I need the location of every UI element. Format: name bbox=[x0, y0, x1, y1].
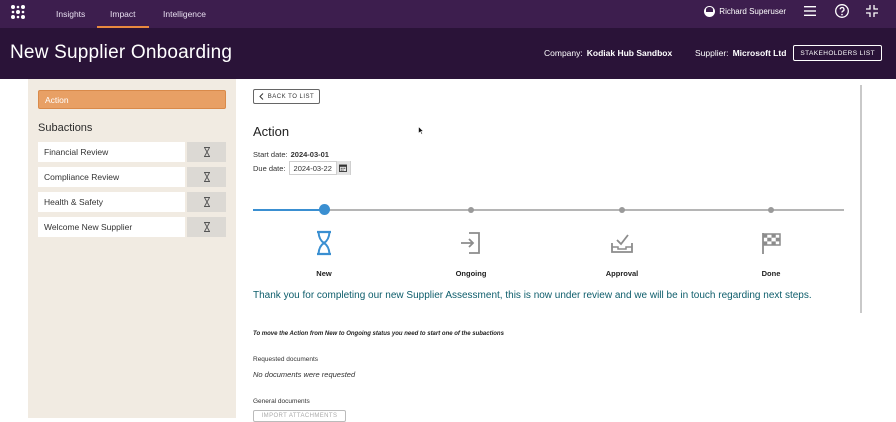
user-menu[interactable]: Richard Superuser bbox=[704, 0, 786, 22]
start-date-label: Start date: bbox=[253, 150, 288, 159]
hourglass-icon[interactable] bbox=[187, 217, 226, 237]
scrollbar[interactable] bbox=[860, 85, 862, 313]
chevron-left-icon bbox=[259, 93, 264, 100]
back-label: BACK TO LIST bbox=[267, 93, 315, 100]
hourglass-icon bbox=[317, 230, 331, 256]
instruction-text: To move the Action from New to Ongoing s… bbox=[253, 331, 504, 337]
action-sidebar: Action Subactions Financial Review Compl… bbox=[28, 79, 236, 418]
supplier-info: Supplier: Microsoft Ltd bbox=[695, 48, 786, 58]
top-navigation-bar: Insights Impact Intelligence Richard Sup… bbox=[0, 0, 896, 28]
stage-dot-new bbox=[319, 204, 330, 215]
company-info: Company: Kodiak Hub Sandbox bbox=[544, 48, 672, 58]
subaction-label[interactable]: Financial Review bbox=[38, 142, 185, 162]
nav-impact[interactable]: Impact bbox=[97, 0, 148, 28]
approval-tray-icon bbox=[611, 234, 633, 253]
stage-dot-ongoing bbox=[468, 207, 474, 213]
page-header: New Supplier Onboarding Company: Kodiak H… bbox=[0, 28, 896, 79]
stage-label-new: New bbox=[316, 269, 332, 278]
hourglass-icon[interactable] bbox=[187, 142, 226, 162]
status-message: Thank you for completing our new Supplie… bbox=[253, 290, 812, 301]
requested-documents-label: Requested documents bbox=[253, 356, 319, 363]
mouse-cursor-icon bbox=[418, 126, 424, 135]
due-date-field[interactable]: 2024-03-22 bbox=[288, 161, 351, 175]
progress-line-active bbox=[253, 209, 324, 211]
subaction-welcome-new-supplier[interactable]: Welcome New Supplier bbox=[38, 217, 226, 237]
due-date: Due date: 2024-03-22 bbox=[253, 161, 351, 175]
supplier-label: Supplier: bbox=[695, 48, 729, 58]
subaction-label[interactable]: Compliance Review bbox=[38, 167, 185, 187]
subaction-label[interactable]: Health & Safety bbox=[38, 192, 185, 212]
stage-dot-done bbox=[768, 207, 774, 213]
company-label: Company: bbox=[544, 48, 583, 58]
import-attachments-button[interactable]: IMPORT ATTACHMENTS bbox=[253, 410, 346, 422]
avatar bbox=[704, 5, 716, 17]
start-date: Start date: 2024-03-01 bbox=[253, 150, 329, 159]
nav-insights[interactable]: Insights bbox=[56, 0, 85, 28]
app-logo-icon[interactable] bbox=[10, 4, 26, 20]
due-date-value[interactable]: 2024-03-22 bbox=[290, 164, 336, 173]
calendar-icon[interactable] bbox=[335, 161, 350, 175]
stage-label-done: Done bbox=[761, 269, 781, 278]
stage-label-ongoing: Ongoing bbox=[455, 269, 487, 278]
menu-icon[interactable] bbox=[802, 3, 818, 19]
back-to-list-button[interactable]: BACK TO LIST bbox=[253, 89, 320, 104]
company-value: Kodiak Hub Sandbox bbox=[586, 48, 673, 58]
subaction-compliance-review[interactable]: Compliance Review bbox=[38, 167, 226, 187]
hourglass-icon[interactable] bbox=[187, 192, 226, 212]
subaction-health-safety[interactable]: Health & Safety bbox=[38, 192, 226, 212]
subaction-label[interactable]: Welcome New Supplier bbox=[38, 217, 185, 237]
action-detail-panel: BACK TO LIST Action Start date: 2024-03-0… bbox=[236, 79, 866, 422]
collapse-icon[interactable] bbox=[864, 3, 880, 19]
hourglass-icon[interactable] bbox=[187, 167, 226, 187]
checkered-flag-icon bbox=[762, 233, 781, 254]
progress-line bbox=[324, 209, 844, 211]
stage-label-approval: Approval bbox=[605, 269, 639, 278]
stakeholders-list-button[interactable]: STAKEHOLDERS LIST bbox=[793, 45, 882, 61]
supplier-value: Microsoft Ltd bbox=[732, 48, 787, 58]
general-documents-label: General documents bbox=[253, 398, 310, 405]
action-item[interactable]: Action bbox=[38, 90, 226, 109]
help-icon[interactable] bbox=[834, 3, 850, 19]
stage-dot-approval bbox=[619, 207, 625, 213]
nav-intelligence[interactable]: Intelligence bbox=[163, 0, 206, 28]
user-name: Richard Superuser bbox=[719, 6, 786, 16]
subactions-title: Subactions bbox=[38, 122, 93, 134]
due-date-label: Due date: bbox=[253, 163, 286, 173]
subaction-financial-review[interactable]: Financial Review bbox=[38, 142, 226, 162]
no-documents-text: No documents were requested bbox=[253, 370, 356, 379]
enter-icon bbox=[461, 232, 480, 254]
action-title: Action bbox=[253, 124, 290, 139]
start-date-value: 2024-03-01 bbox=[290, 150, 329, 159]
page-title: New Supplier Onboarding bbox=[10, 42, 233, 63]
